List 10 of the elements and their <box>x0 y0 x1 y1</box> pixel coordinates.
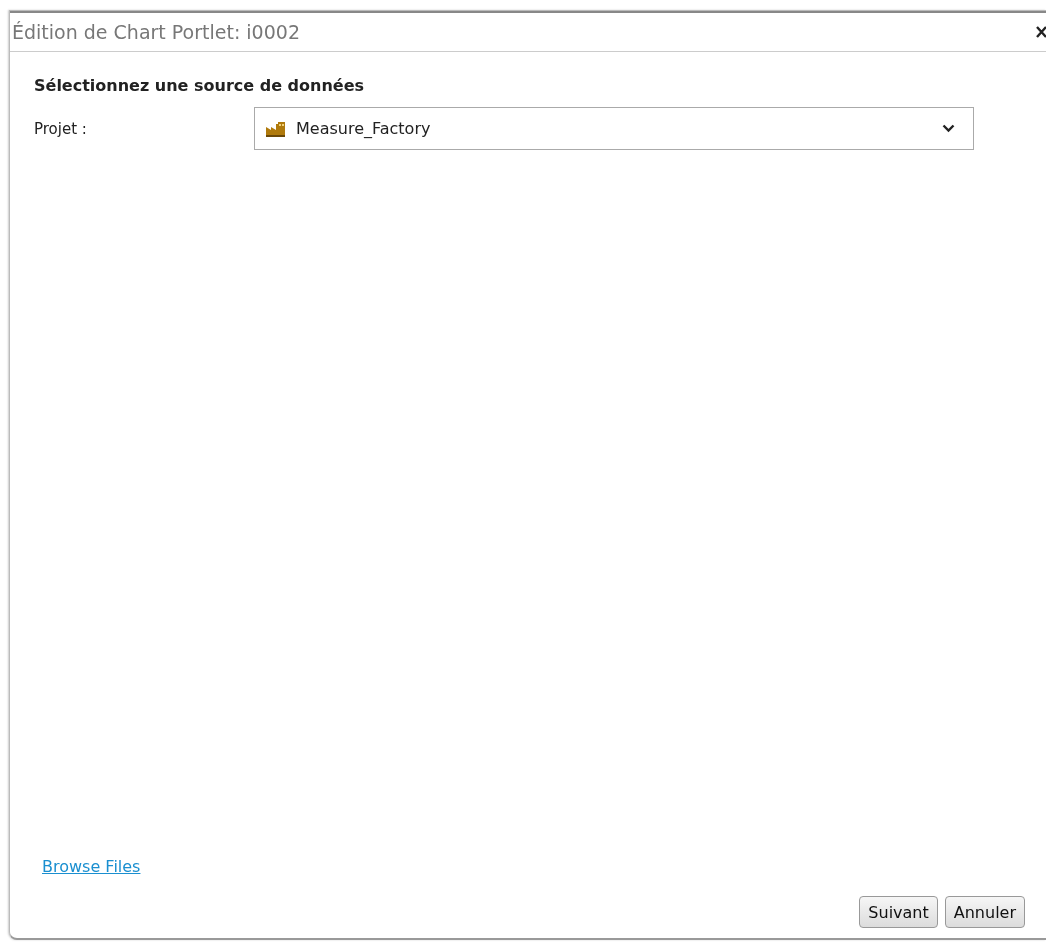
project-dropdown[interactable]: Measure_Factory <box>254 107 974 150</box>
close-icon[interactable] <box>1036 25 1046 39</box>
cancel-button[interactable]: Annuler <box>944 896 1025 928</box>
chevron-down-icon <box>942 124 955 133</box>
project-label: Projet : <box>34 119 88 138</box>
browse-files-link[interactable]: Browse Files <box>42 857 141 876</box>
factory-icon <box>266 120 286 137</box>
next-button[interactable]: Suivant <box>859 896 938 928</box>
section-heading: Sélectionnez une source de données <box>34 76 366 95</box>
window-title: Édition de Chart Portlet: i0002 <box>12 21 300 43</box>
